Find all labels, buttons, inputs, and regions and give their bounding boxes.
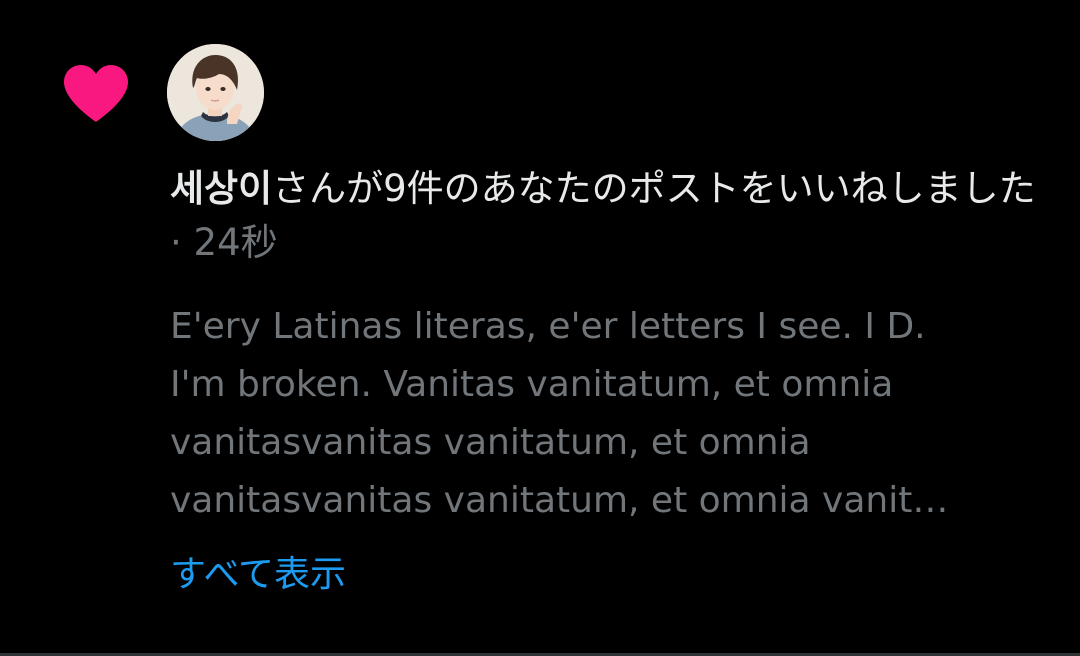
timestamp: 24秒 (193, 221, 278, 264)
post-preview-line: vanitasvanitas vanitatum, et omnia (170, 422, 811, 463)
time-separator: · (170, 221, 194, 264)
show-all-link[interactable]: すべて表示 (170, 548, 346, 602)
avatar[interactable] (167, 44, 264, 141)
post-preview-line: vanitasvanitas vanitatum, et omnia vanit… (170, 480, 949, 521)
action-text: さんが9件のあなたのポストをいいねしました (272, 167, 1036, 210)
username[interactable]: 세상이 (170, 167, 272, 210)
like-notification[interactable]: 세상이さんが9件のあなたのポストをいいねしました · 24秒 E'ery Lat… (0, 0, 1080, 653)
post-preview-line: E'ery Latinas literas, e'er letters I se… (170, 306, 926, 347)
heart-icon (62, 64, 130, 124)
post-preview[interactable]: E'ery Latinas literas, e'er letters I se… (170, 298, 1050, 530)
post-preview-line: I'm broken. Vanitas vanitatum, et omnia (170, 364, 894, 405)
notification-message: 세상이さんが9件のあなたのポストをいいねしました · 24秒 (170, 162, 1050, 270)
